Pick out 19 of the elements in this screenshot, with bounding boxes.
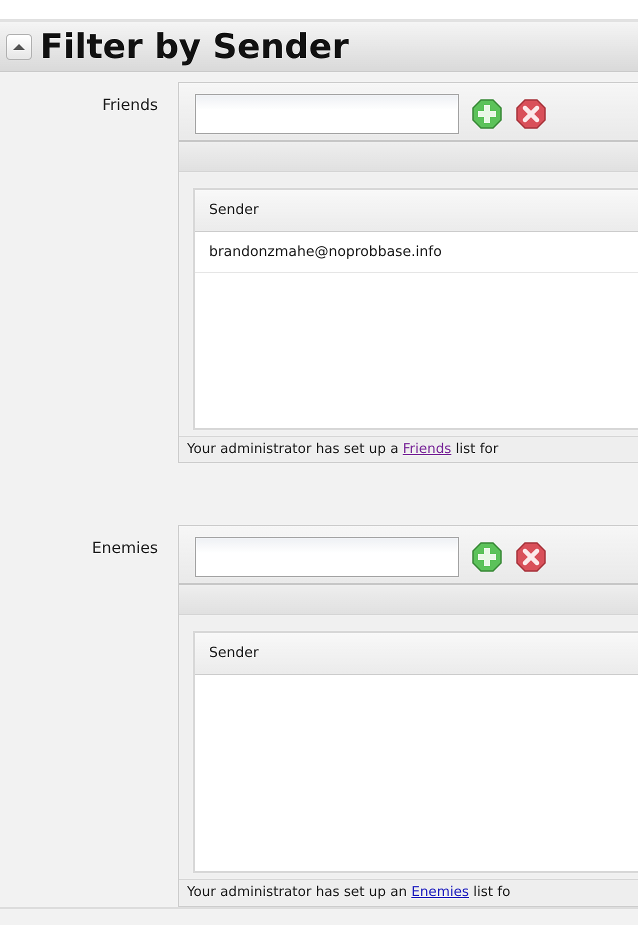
list-link[interactable]: Enemies: [411, 884, 469, 900]
collapse-toggle[interactable]: [6, 34, 32, 60]
remove-icon: [515, 98, 547, 130]
sender-input[interactable]: [195, 537, 459, 578]
column-header[interactable]: Sender: [195, 190, 638, 232]
list-label: Enemies: [90, 538, 159, 560]
list-link[interactable]: Friends: [402, 441, 452, 457]
add-button[interactable]: [471, 541, 503, 574]
add-icon: [471, 541, 503, 574]
add-icon: [471, 98, 503, 130]
remove-button[interactable]: [515, 98, 547, 130]
remove-button[interactable]: [515, 541, 547, 574]
section-title: Filter by Sender: [40, 30, 349, 64]
add-button[interactable]: [471, 98, 503, 130]
remove-icon: [515, 541, 547, 574]
column-header[interactable]: Sender: [195, 633, 638, 676]
table-cell[interactable]: brandonzmahe@noprobbase.info: [195, 232, 638, 273]
sender-input[interactable]: [195, 94, 459, 134]
list-label: Friends: [101, 95, 159, 116]
